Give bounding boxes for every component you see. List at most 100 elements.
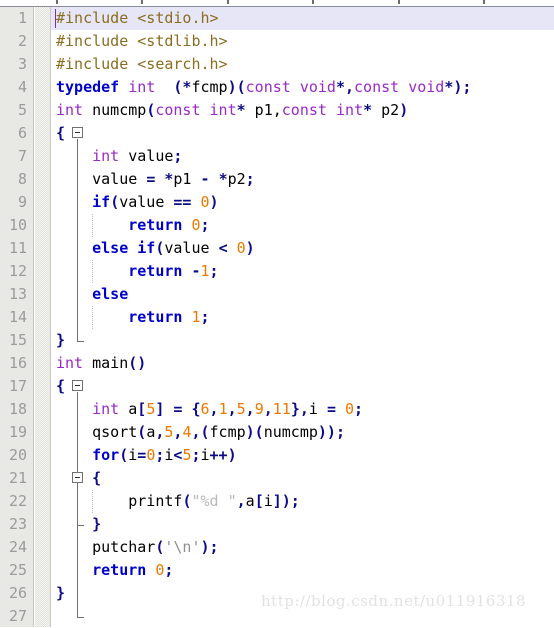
- code-text[interactable]: return 0;: [56, 559, 173, 582]
- line-number[interactable]: 3: [0, 53, 27, 76]
- line-number[interactable]: 16: [0, 352, 27, 375]
- code-text[interactable]: {: [56, 122, 65, 145]
- line-number[interactable]: 26: [0, 582, 27, 605]
- line-number[interactable]: 2: [0, 30, 27, 53]
- code-text[interactable]: else: [56, 283, 128, 306]
- code-text[interactable]: else if(value < 0): [56, 237, 255, 260]
- code-text[interactable]: typedef int (*fcmp)(const void*,const vo…: [56, 76, 471, 99]
- code-text[interactable]: }: [56, 329, 65, 352]
- code-text[interactable]: value = *p1 - *p2;: [56, 168, 255, 191]
- code-text[interactable]: }: [56, 513, 101, 536]
- code-line[interactable]: 9 if(value == 0): [0, 191, 554, 214]
- line-number[interactable]: 17: [0, 375, 27, 398]
- line-number[interactable]: 6: [0, 122, 27, 145]
- token-pun: ,: [227, 400, 237, 418]
- line-number[interactable]: 12: [0, 260, 27, 283]
- line-number[interactable]: 15: [0, 329, 27, 352]
- code-line[interactable]: 1 #include <stdio.h>: [0, 7, 554, 30]
- line-number[interactable]: 19: [0, 421, 27, 444]
- code-line[interactable]: 24 putchar('\n');: [0, 536, 554, 559]
- code-area[interactable]: 1 #include <stdio.h> 2 #include <stdlib.h> 3…: [0, 7, 554, 628]
- line-number[interactable]: 18: [0, 398, 27, 421]
- code-line[interactable]: 14 return 1;: [0, 306, 554, 329]
- code-line[interactable]: 17 {: [0, 375, 554, 398]
- code-text[interactable]: return -1;: [56, 260, 218, 283]
- token-id: value: [56, 170, 147, 188]
- code-line[interactable]: 25 return 0;: [0, 559, 554, 582]
- watermark-url: http://blog.csdn.net/u011916318: [261, 592, 527, 610]
- code-line[interactable]: 13 else: [0, 283, 554, 306]
- line-number[interactable]: 23: [0, 513, 27, 536]
- token-id: main: [83, 354, 129, 372]
- code-text[interactable]: int main(): [56, 352, 146, 375]
- line-number[interactable]: 25: [0, 559, 27, 582]
- token-pun: ,: [263, 400, 273, 418]
- token-pun: {: [56, 124, 66, 142]
- line-number[interactable]: 22: [0, 490, 27, 513]
- line-number[interactable]: 9: [0, 191, 27, 214]
- code-line[interactable]: 21 {: [0, 467, 554, 490]
- code-line[interactable]: 5 int numcmp(const int* p1,const int* p2): [0, 99, 554, 122]
- code-line[interactable]: 15}: [0, 329, 554, 352]
- code-line[interactable]: 7 int value;: [0, 145, 554, 168]
- code-line[interactable]: 8 value = *p1 - *p2;: [0, 168, 554, 191]
- line-number[interactable]: 7: [0, 145, 27, 168]
- token-pun: }: [56, 584, 66, 602]
- code-text[interactable]: }: [56, 582, 65, 605]
- token-id: [56, 446, 92, 464]
- line-number[interactable]: 11: [0, 237, 27, 260]
- line-number[interactable]: 10: [0, 214, 27, 237]
- line-number[interactable]: 13: [0, 283, 27, 306]
- code-text[interactable]: int value;: [56, 145, 182, 168]
- line-number[interactable]: 21: [0, 467, 27, 490]
- code-line[interactable]: 11 else if(value < 0): [0, 237, 554, 260]
- code-text[interactable]: putchar('\n');: [56, 536, 218, 559]
- line-number[interactable]: 20: [0, 444, 27, 467]
- code-text[interactable]: qsort(a,5,4,(fcmp)(numcmp));: [56, 421, 345, 444]
- code-text[interactable]: for(i=0;i<5;i++): [56, 444, 237, 467]
- line-number[interactable]: 14: [0, 306, 27, 329]
- code-editor[interactable]: 1 #include <stdio.h> 2 #include <stdlib.h> 3…: [0, 0, 554, 627]
- code-line[interactable]: 20 for(i=0;i<5;i++): [0, 444, 554, 467]
- line-number[interactable]: 27: [0, 605, 27, 628]
- line-number[interactable]: 24: [0, 536, 27, 559]
- token-id: p2: [227, 170, 246, 188]
- token-id: putchar: [56, 538, 156, 556]
- line-number[interactable]: 8: [0, 168, 27, 191]
- token-num: 0: [345, 400, 355, 418]
- code-text[interactable]: {: [56, 375, 65, 398]
- token-pun: ==: [173, 193, 192, 211]
- code-line[interactable]: 22 printf("%d ",a[i]);: [0, 490, 554, 513]
- code-line[interactable]: 12 return -1;: [0, 260, 554, 283]
- code-text[interactable]: #include <stdlib.h>: [56, 30, 228, 53]
- code-line[interactable]: 18 int a[5] = {6,1,5,9,11},i = 0;: [0, 398, 554, 421]
- token-id: [146, 561, 155, 579]
- code-line[interactable]: 23 }: [0, 513, 554, 536]
- token-pun: ));: [317, 423, 345, 441]
- code-line[interactable]: 6{: [0, 122, 554, 145]
- token-pun: *: [218, 170, 228, 188]
- token-num: 1: [218, 400, 228, 418]
- token-id: [155, 78, 173, 96]
- code-text[interactable]: {: [56, 467, 101, 490]
- token-id: [56, 147, 92, 165]
- code-line[interactable]: 19 qsort(a,5,4,(fcmp)(numcmp));: [0, 421, 554, 444]
- code-text[interactable]: return 1;: [56, 306, 209, 329]
- code-text[interactable]: int a[5] = {6,1,5,9,11},i = 0;: [56, 398, 363, 421]
- code-line[interactable]: 16 int main(): [0, 352, 554, 375]
- code-text[interactable]: return 0;: [56, 214, 209, 237]
- code-text[interactable]: if(value == 0): [56, 191, 218, 214]
- code-text[interactable]: #include <stdio.h>: [56, 7, 219, 30]
- token-kw: typedef: [56, 78, 120, 96]
- line-number[interactable]: 5: [0, 99, 27, 122]
- token-ty: int: [209, 101, 237, 119]
- code-line[interactable]: 4 typedef int (*fcmp)(const void*,const v…: [0, 76, 554, 99]
- code-text[interactable]: int numcmp(const int* p1,const int* p2): [56, 99, 408, 122]
- line-number[interactable]: 4: [0, 76, 27, 99]
- code-text[interactable]: #include <search.h>: [56, 53, 228, 76]
- token-id: p1: [173, 170, 201, 188]
- line-number[interactable]: 1: [0, 7, 27, 30]
- code-line[interactable]: 2 #include <stdlib.h>: [0, 30, 554, 53]
- code-line[interactable]: 3 #include <search.h>: [0, 53, 554, 76]
- code-line[interactable]: 10 return 0;: [0, 214, 554, 237]
